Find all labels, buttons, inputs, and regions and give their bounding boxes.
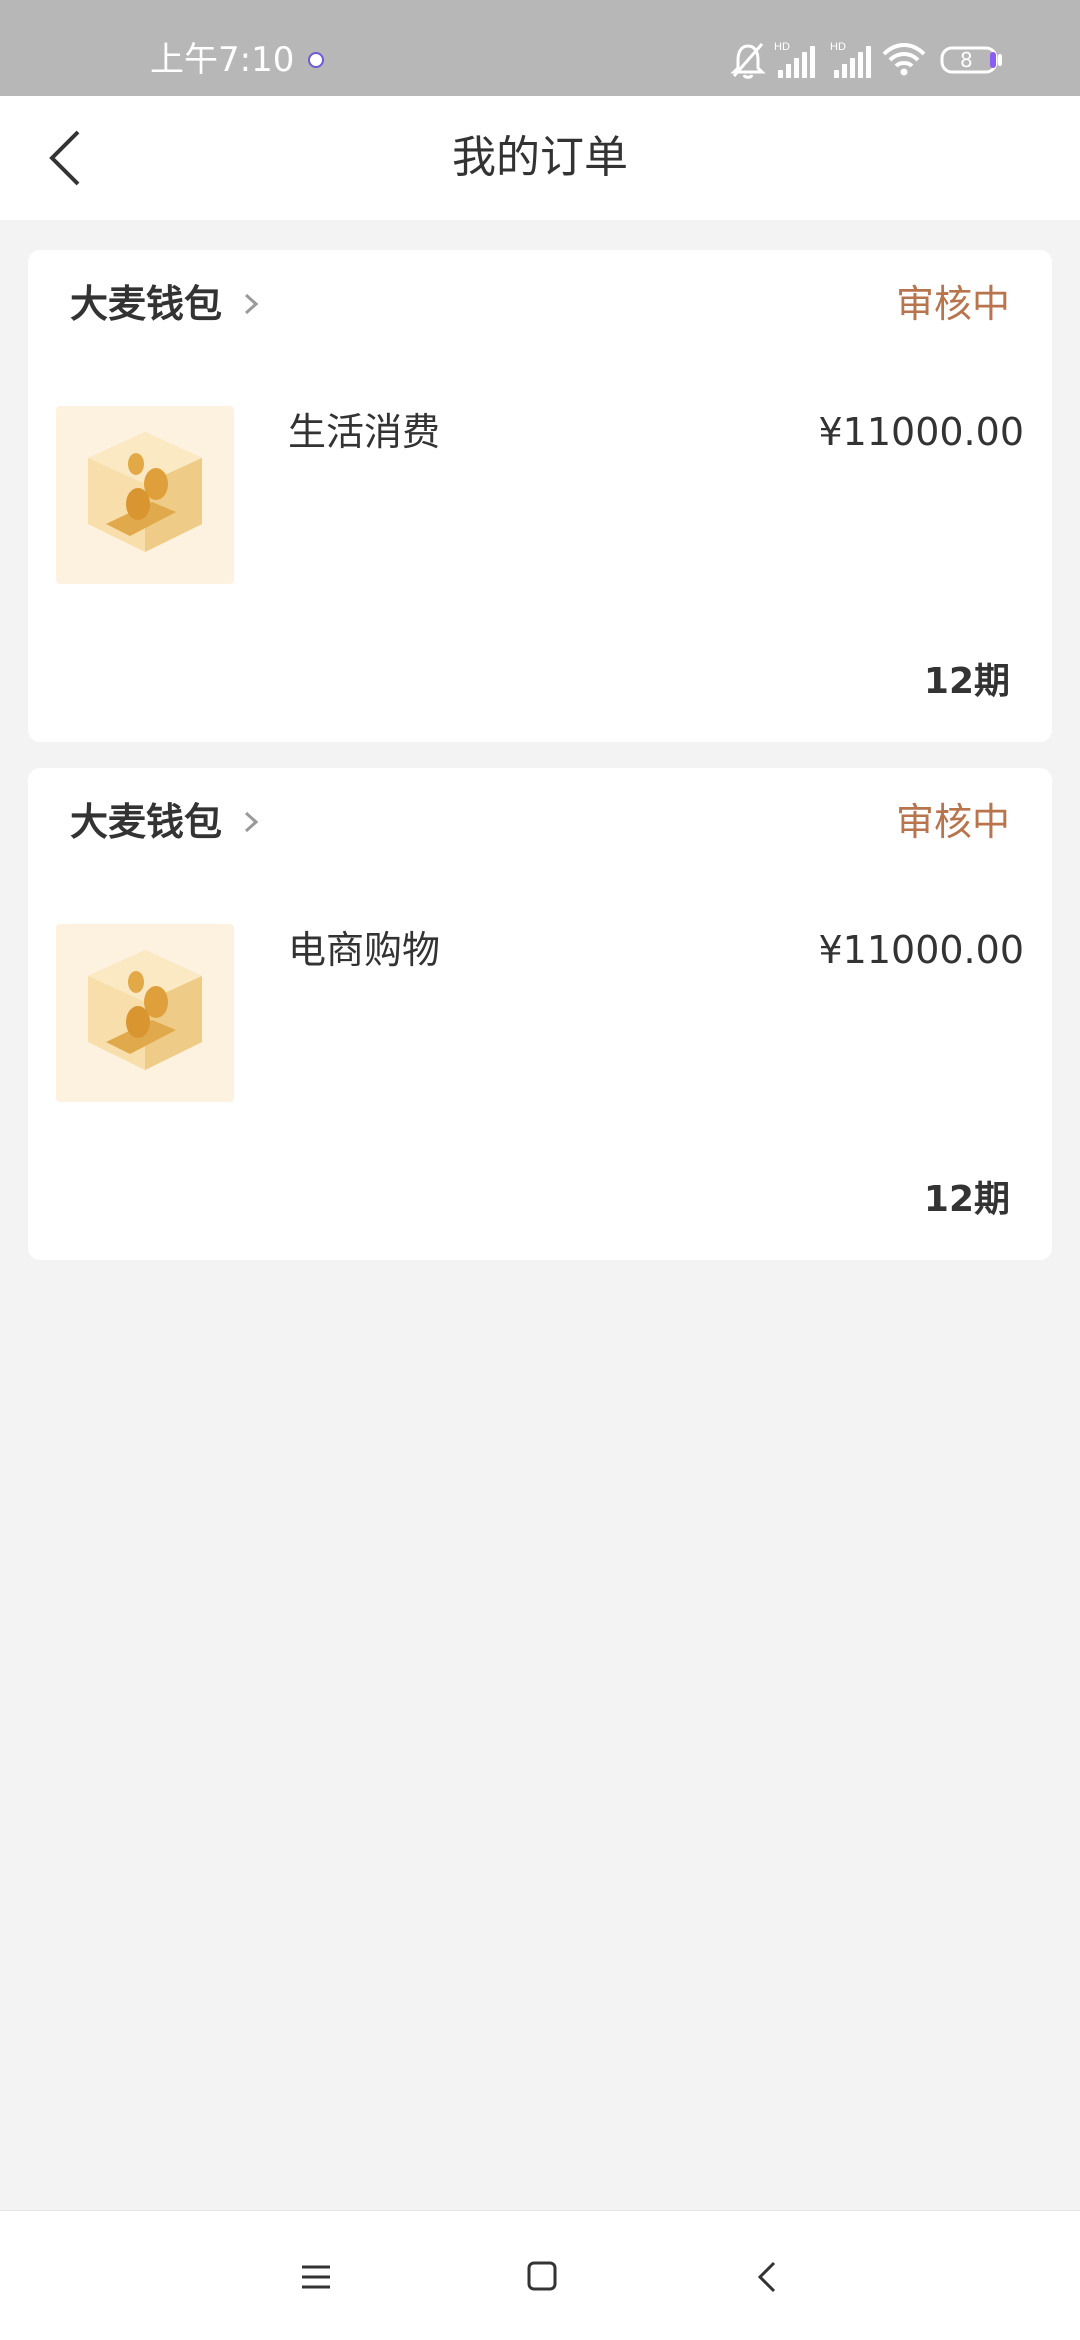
chevron-right-icon (245, 811, 259, 833)
battery-icon: 8 (940, 40, 1004, 80)
menu-icon[interactable] (286, 2251, 346, 2303)
merchant-link[interactable]: 大麦钱包 (70, 798, 262, 846)
hd-signal-icon: HD (774, 40, 818, 80)
installment-term: 12期 (923, 1179, 1010, 1220)
status-time: 上午7:10 (150, 40, 295, 80)
status-bar: 上午7:10 HD HD 8 (0, 0, 1080, 96)
status-icons: HD HD 8 (730, 40, 1010, 80)
status-badge: 审核中 (895, 282, 1010, 326)
chevron-right-icon (245, 293, 259, 315)
product-name: 电商购物 (288, 928, 441, 972)
price: ¥11000.00 (818, 410, 1025, 454)
order-card[interactable]: 大麦钱包 审核中 生活消费 ¥11000.00 12期 (28, 250, 1052, 742)
svg-text:HD: HD (830, 41, 846, 53)
price: ¥11000.00 (818, 928, 1025, 972)
system-nav-bar (0, 2210, 1080, 2340)
bell-off-icon (730, 40, 766, 80)
status-badge: 审核中 (895, 800, 1010, 844)
svg-text:HD: HD (774, 41, 790, 53)
page-title: 我的订单 (452, 132, 628, 183)
hd-signal-icon: HD (830, 40, 874, 80)
gold-coin-box-icon (56, 924, 234, 1102)
battery-level: 8 (960, 48, 973, 72)
top-nav-bar: 我的订单 (0, 96, 1080, 220)
notification-dot-icon (308, 52, 324, 68)
gold-coin-box-icon (56, 406, 234, 584)
home-icon[interactable] (512, 2251, 572, 2303)
merchant-name: 大麦钱包 (70, 282, 223, 326)
wifi-icon (882, 40, 926, 80)
installment-term: 12期 (923, 661, 1010, 702)
back-icon[interactable] (738, 2251, 798, 2303)
order-card[interactable]: 大麦钱包 审核中 电商购物 ¥11000.00 12期 (28, 768, 1052, 1260)
merchant-name: 大麦钱包 (70, 800, 223, 844)
product-name: 生活消费 (288, 410, 441, 454)
merchant-link[interactable]: 大麦钱包 (70, 280, 262, 328)
